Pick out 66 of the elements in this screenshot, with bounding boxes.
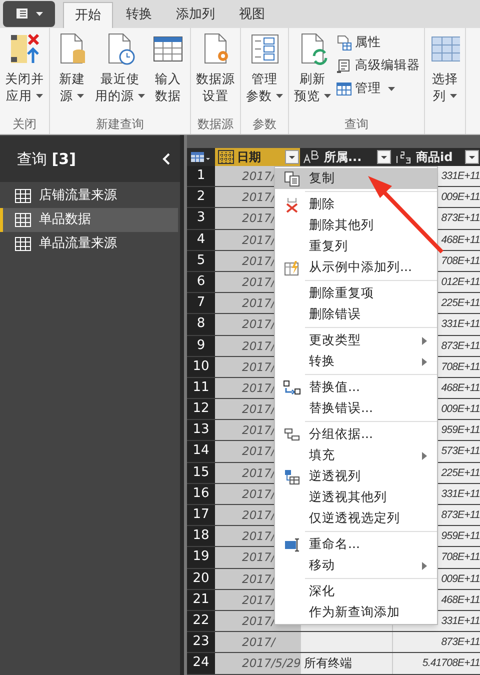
query-item[interactable]: 店铺流量来源 [0, 184, 178, 208]
filter-dropdown-icon[interactable] [377, 150, 391, 164]
group-by-icon [284, 426, 300, 442]
submenu-arrow-icon [422, 336, 427, 344]
caret-icon [36, 12, 42, 16]
menu-item[interactable]: 复制 [275, 168, 437, 189]
unpivot-icon [284, 468, 300, 484]
submenu-arrow-icon [422, 358, 427, 366]
table-icon [15, 189, 31, 203]
scroll-icon [336, 58, 352, 74]
ribbon-tab[interactable]: 转换 [115, 2, 163, 28]
copy-icon [284, 170, 300, 186]
table-cell: 2017/5/29 [215, 653, 300, 674]
collapse-icon[interactable] [162, 153, 172, 165]
table-cell: 873E+11 [392, 632, 480, 652]
group-label: 查询 [344, 116, 368, 133]
ribbon-small-button[interactable]: 管理 [334, 78, 422, 99]
caret-icon [324, 94, 331, 98]
ribbon-button[interactable]: 数据源 设置 [193, 28, 238, 114]
ribbon-button[interactable]: 选择 列 [427, 28, 463, 114]
ribbon-button[interactable]: 输入 数据 [148, 28, 188, 114]
panel-title: 查询 [3] [17, 148, 76, 170]
ribbon-button[interactable]: 最近使 用的源 [92, 28, 148, 114]
caret-icon [138, 94, 145, 98]
grid-icon [336, 80, 352, 96]
ribbon-tab[interactable]: 开始 [63, 2, 113, 28]
ribbon-small-button[interactable]: 属性 [334, 32, 422, 53]
ribbon-button[interactable]: 刷新 预览 [291, 28, 334, 114]
caret-icon [77, 94, 84, 98]
document-icon [16, 8, 28, 19]
ribbon-small-button[interactable]: 高级编辑器 [334, 55, 422, 76]
table-cell: 5.41708E+11 [392, 653, 480, 674]
ribbon-button[interactable]: 关闭并 应用 [2, 28, 47, 114]
calendar-icon [218, 150, 234, 164]
submenu-arrow-icon [422, 562, 427, 570]
ribbon-tab[interactable]: 添加列 [165, 2, 226, 28]
table-icon [15, 237, 31, 251]
ribbon-button[interactable]: 新建 源 [52, 28, 92, 114]
delete-icon [284, 196, 300, 212]
group-label: 新建查询 [96, 116, 144, 133]
query-item[interactable]: 单品流量来源 [0, 232, 178, 256]
submenu-arrow-icon [422, 452, 427, 460]
number-type-icon [395, 150, 413, 164]
text-type-icon [303, 150, 321, 164]
ribbon-button[interactable]: 管理 参数 [243, 28, 286, 114]
filter-dropdown-icon[interactable] [285, 150, 299, 164]
column-header[interactable]: 日期 [215, 148, 300, 166]
caret-icon [276, 94, 283, 98]
rename-icon [284, 536, 300, 552]
group-label: 参数 [252, 116, 276, 133]
replace-values-icon [283, 380, 301, 396]
column-lightning-icon [284, 260, 300, 276]
table-cell: 2017/ [215, 632, 300, 652]
table-icon [15, 213, 31, 227]
table-cell: 所有终端 [300, 653, 392, 674]
file-menu-button[interactable] [3, 0, 55, 26]
caret-icon [388, 86, 395, 90]
table-menu-icon[interactable] [191, 151, 211, 163]
filter-dropdown-icon[interactable] [465, 150, 479, 164]
caret-icon [36, 94, 43, 98]
query-item[interactable]: 单品数据 [0, 208, 178, 232]
caret-icon [450, 94, 457, 98]
group-label: 数据源 [198, 116, 234, 133]
ribbon-tab[interactable]: 视图 [228, 2, 276, 28]
properties-icon [336, 34, 352, 50]
group-label: 关闭 [12, 116, 36, 133]
